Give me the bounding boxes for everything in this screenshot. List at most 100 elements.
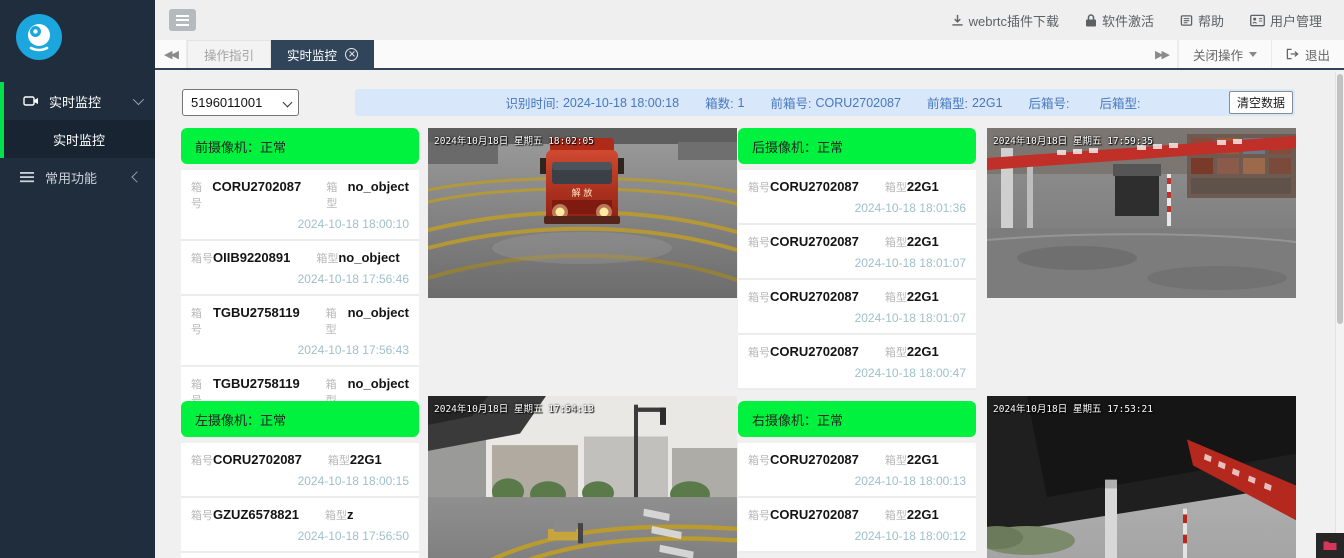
- download-icon: [951, 14, 964, 27]
- caret-down-icon: [1249, 52, 1257, 57]
- box-no-label: 箱号: [748, 289, 770, 305]
- right-camera-video: 2024年10月18日 星期五 17:53:21: [987, 396, 1296, 558]
- item-timestamp: 2024-10-18 18:01:36: [748, 201, 966, 215]
- list-item-partial: [181, 553, 419, 558]
- box-no-label: 箱号: [748, 452, 770, 468]
- box-no-value: OIIB9220891: [213, 250, 290, 265]
- left-video-scene: [428, 396, 737, 558]
- box-type-value: z: [347, 507, 354, 522]
- rear-box-type-field: 后箱型:: [1100, 93, 1145, 112]
- box-type-label: 箱型: [328, 452, 350, 468]
- video-timestamp-overlay: 2024年10月18日 星期五 18:02:05: [434, 133, 594, 147]
- front-box-type-field: 前箱型: 22G1: [927, 93, 1003, 112]
- list-item: 箱号CORU2702087箱型22G1 2024-10-18 18:00:13: [738, 443, 976, 498]
- device-select[interactable]: 5196011001: [182, 89, 299, 116]
- box-type-label: 箱型: [326, 179, 347, 211]
- box-type-value: no_object: [348, 179, 409, 194]
- video-timestamp-overlay: 2024年10月18日 星期五 17:54:13: [434, 401, 594, 415]
- item-timestamp: 2024-10-18 18:00:12: [748, 529, 966, 543]
- list-item: 箱号CORU2702087箱型no_object 2024-10-18 18:0…: [181, 170, 419, 241]
- right-camera-status: 右摄像机：正常: [738, 401, 976, 437]
- box-no-value: CORU2702087: [770, 344, 859, 359]
- tab-operation-guide[interactable]: 操作指引: [187, 40, 271, 68]
- sidebar-item-realtime-monitor[interactable]: 实时监控: [4, 82, 155, 120]
- right-camera-panel: 右摄像机：正常 箱号CORU2702087箱型22G1 2024-10-18 1…: [738, 401, 976, 553]
- field-label: 后箱号:: [1029, 93, 1070, 112]
- scrollbar-thumb[interactable]: [1337, 74, 1343, 324]
- item-timestamp: 2024-10-18 18:00:13: [748, 474, 966, 488]
- box-type-label: 箱型: [885, 234, 907, 250]
- close-tab-icon[interactable]: [345, 48, 358, 61]
- tabs-scroll-left-button[interactable]: ◀◀: [155, 40, 187, 68]
- tabs-scroll-right-button[interactable]: ▶▶: [1146, 40, 1178, 68]
- clear-data-button[interactable]: 清空数据: [1229, 91, 1293, 114]
- chevron-down-icon: [133, 94, 144, 105]
- main-content: 5196011001 识别时间: 2024-10-18 18:00:18 箱数:…: [155, 72, 1344, 558]
- recognition-time-field: 识别时间: 2024-10-18 18:00:18: [506, 93, 680, 112]
- box-type-label: 箱型: [316, 250, 338, 266]
- sidebar-group-monitor: 实时监控 实时监控: [0, 82, 155, 158]
- box-no-value: CORU2702087: [770, 289, 859, 304]
- recognition-info-bar: 识别时间: 2024-10-18 18:00:18 箱数: 1 前箱号: COR…: [355, 89, 1295, 116]
- item-timestamp: 2024-10-18 18:00:15: [191, 474, 409, 488]
- overlay-widget[interactable]: [1316, 533, 1344, 558]
- vertical-scrollbar[interactable]: [1335, 72, 1344, 558]
- topbar-menu: webrtc插件下载 软件激活 帮助 用户管理: [951, 0, 1322, 40]
- box-no-label: 箱号: [748, 179, 770, 195]
- box-no-value: CORU2702087: [770, 507, 859, 522]
- right-video-scene: [987, 396, 1296, 558]
- sidebar-item-label: 常用功能: [45, 168, 133, 187]
- webcam-icon: [22, 20, 56, 54]
- left-camera-list: 箱号CORU2702087箱型22G1 2024-10-18 18:00:15 …: [181, 443, 419, 558]
- tab-label: 操作指引: [204, 45, 254, 64]
- sidebar-group-common: 常用功能: [0, 158, 155, 196]
- menu-label: 帮助: [1198, 11, 1224, 30]
- box-type-label: 箱型: [885, 344, 907, 360]
- field-label: 识别时间:: [506, 93, 559, 112]
- list-item: 箱号CORU2702087 箱型22G1 2024-10-18 18:01:36: [738, 170, 976, 225]
- logout-icon: [1286, 48, 1299, 60]
- collapse-sidebar-button[interactable]: [169, 9, 196, 31]
- tab-realtime-monitor[interactable]: 实时监控: [271, 40, 374, 68]
- box-type-value: 22G1: [907, 179, 939, 194]
- user-management[interactable]: 用户管理: [1250, 11, 1322, 30]
- left-camera-panel: 左摄像机：正常 箱号CORU2702087箱型22G1 2024-10-18 1…: [181, 401, 419, 558]
- box-no-value: TGBU2758119: [213, 305, 300, 320]
- front-camera-panel: 前摄像机：正常 箱号CORU2702087箱型no_object 2024-10…: [181, 128, 419, 438]
- tab-actions: ▶▶ 关闭操作 退出: [1146, 40, 1344, 68]
- field-label: 后箱型:: [1100, 93, 1141, 112]
- box-no-value: CORU2702087: [770, 452, 859, 467]
- close-operations-dropdown[interactable]: 关闭操作: [1178, 40, 1271, 68]
- sidebar-item-common-functions[interactable]: 常用功能: [0, 158, 155, 196]
- device-select-wrap: 5196011001: [182, 89, 299, 116]
- webrtc-plugin-download[interactable]: webrtc插件下载: [951, 11, 1059, 30]
- app-logo: [16, 14, 62, 60]
- item-timestamp: 2024-10-18 18:00:10: [191, 217, 409, 231]
- list-item: 箱号CORU2702087箱型22G1 2024-10-18 18:00:12: [738, 498, 976, 553]
- item-timestamp: 2024-10-18 18:01:07: [748, 256, 966, 270]
- sidebar-subitem-realtime-monitor[interactable]: 实时监控: [4, 120, 155, 158]
- tab-label: 实时监控: [287, 45, 337, 64]
- help[interactable]: 帮助: [1180, 11, 1224, 30]
- field-value: 2024-10-18 18:00:18: [563, 96, 679, 110]
- dropdown-label: 关闭操作: [1193, 45, 1243, 64]
- rear-camera-list: 箱号CORU2702087箱型22G1 2024-10-18 18:01:36 …: [738, 170, 976, 390]
- front-camera-list: 箱号CORU2702087箱型no_object 2024-10-18 18:0…: [181, 170, 419, 438]
- menu-label: webrtc插件下载: [969, 11, 1059, 30]
- field-label: 前箱号:: [771, 93, 812, 112]
- item-timestamp: 2024-10-18 17:56:46: [191, 272, 409, 286]
- box-no-label: 箱号: [748, 234, 770, 250]
- exit-button[interactable]: 退出: [1271, 40, 1344, 68]
- front-camera-status: 前摄像机：正常: [181, 128, 419, 164]
- software-activation[interactable]: 软件激活: [1085, 11, 1154, 30]
- rear-camera-status: 后摄像机：正常: [738, 128, 976, 164]
- box-type-value: no_object: [348, 305, 409, 320]
- box-type-value: 22G1: [907, 344, 939, 359]
- sidebar-subitem-label: 实时监控: [53, 130, 105, 149]
- item-timestamp: 2024-10-18 17:56:43: [191, 343, 409, 357]
- box-no-value: CORU2702087: [770, 179, 859, 194]
- box-type-label: 箱型: [885, 179, 907, 195]
- field-value: 1: [738, 96, 745, 110]
- sidebar-item-label: 实时监控: [49, 92, 133, 111]
- user-management-icon: [1250, 14, 1265, 27]
